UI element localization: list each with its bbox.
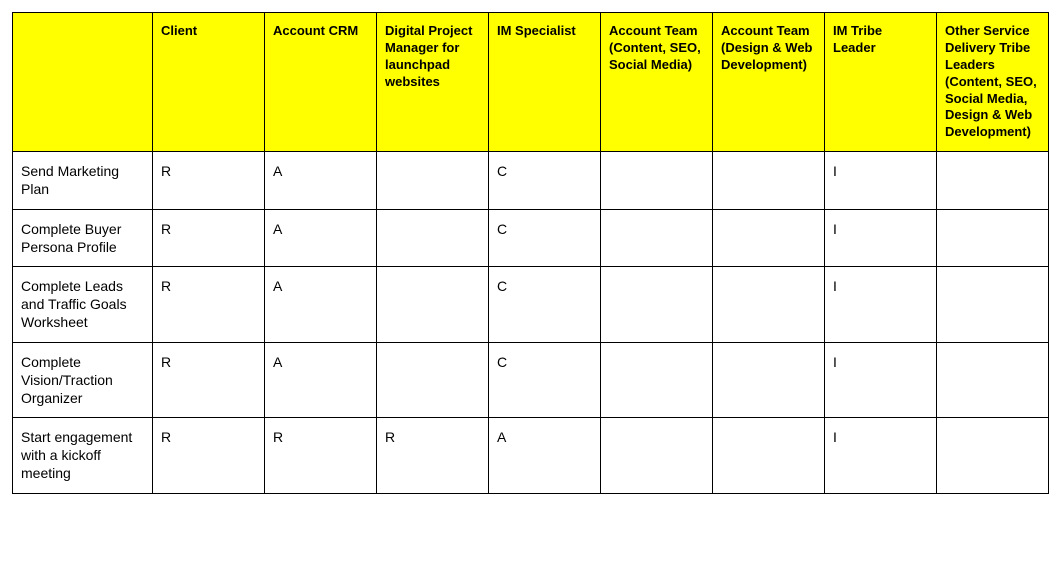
- header-account-team-content: Account Team (Content, SEO, Social Media…: [601, 13, 713, 152]
- raci-cell: [601, 342, 713, 418]
- raci-cell: [713, 342, 825, 418]
- raci-cell: R: [265, 418, 377, 494]
- task-cell: Complete Vision/Traction Organizer: [13, 342, 153, 418]
- task-cell: Send Marketing Plan: [13, 152, 153, 209]
- raci-cell: A: [265, 266, 377, 342]
- header-im-tribe-leader: IM Tribe Leader: [825, 13, 937, 152]
- raci-cell: C: [489, 266, 601, 342]
- table-row: Complete Leads and Traffic Goals Workshe…: [13, 266, 1049, 342]
- raci-cell: R: [153, 342, 265, 418]
- raci-cell: [713, 209, 825, 266]
- raci-cell: [377, 266, 489, 342]
- raci-cell: [713, 418, 825, 494]
- raci-cell: [713, 152, 825, 209]
- raci-cell: [377, 209, 489, 266]
- task-cell: Complete Buyer Persona Profile: [13, 209, 153, 266]
- header-task: [13, 13, 153, 152]
- task-cell: Start engagement with a kickoff meeting: [13, 418, 153, 494]
- raci-cell: A: [265, 209, 377, 266]
- raci-cell: [601, 152, 713, 209]
- header-digital-pm: Digital Project Manager for launchpad we…: [377, 13, 489, 152]
- table-row: Complete Vision/Traction Organizer R A C…: [13, 342, 1049, 418]
- header-other-tribe-leaders: Other Service Delivery Tribe Leaders (Co…: [937, 13, 1049, 152]
- raci-cell: [601, 209, 713, 266]
- table-body: Send Marketing Plan R A C I Complete Buy…: [13, 152, 1049, 493]
- raci-cell: I: [825, 152, 937, 209]
- raci-cell: R: [377, 418, 489, 494]
- header-im-specialist: IM Specialist: [489, 13, 601, 152]
- header-account-crm: Account CRM: [265, 13, 377, 152]
- raci-cell: [937, 418, 1049, 494]
- raci-cell: [601, 266, 713, 342]
- table-row: Send Marketing Plan R A C I: [13, 152, 1049, 209]
- raci-cell: A: [265, 342, 377, 418]
- raci-cell: C: [489, 342, 601, 418]
- header-account-team-design: Account Team (Design & Web Development): [713, 13, 825, 152]
- table-row: Start engagement with a kickoff meeting …: [13, 418, 1049, 494]
- raci-table: Client Account CRM Digital Project Manag…: [12, 12, 1049, 494]
- raci-cell: I: [825, 342, 937, 418]
- raci-cell: I: [825, 418, 937, 494]
- raci-cell: [713, 266, 825, 342]
- raci-cell: I: [825, 266, 937, 342]
- header-client: Client: [153, 13, 265, 152]
- raci-cell: R: [153, 209, 265, 266]
- raci-cell: [937, 152, 1049, 209]
- table-row: Complete Buyer Persona Profile R A C I: [13, 209, 1049, 266]
- raci-cell: [937, 342, 1049, 418]
- table-header: Client Account CRM Digital Project Manag…: [13, 13, 1049, 152]
- raci-cell: C: [489, 209, 601, 266]
- raci-cell: [377, 152, 489, 209]
- raci-cell: R: [153, 152, 265, 209]
- raci-cell: A: [489, 418, 601, 494]
- raci-cell: C: [489, 152, 601, 209]
- raci-cell: [377, 342, 489, 418]
- raci-cell: [937, 266, 1049, 342]
- raci-cell: R: [153, 266, 265, 342]
- raci-cell: [937, 209, 1049, 266]
- task-cell: Complete Leads and Traffic Goals Workshe…: [13, 266, 153, 342]
- raci-cell: I: [825, 209, 937, 266]
- raci-cell: A: [265, 152, 377, 209]
- raci-cell: R: [153, 418, 265, 494]
- header-row: Client Account CRM Digital Project Manag…: [13, 13, 1049, 152]
- raci-cell: [601, 418, 713, 494]
